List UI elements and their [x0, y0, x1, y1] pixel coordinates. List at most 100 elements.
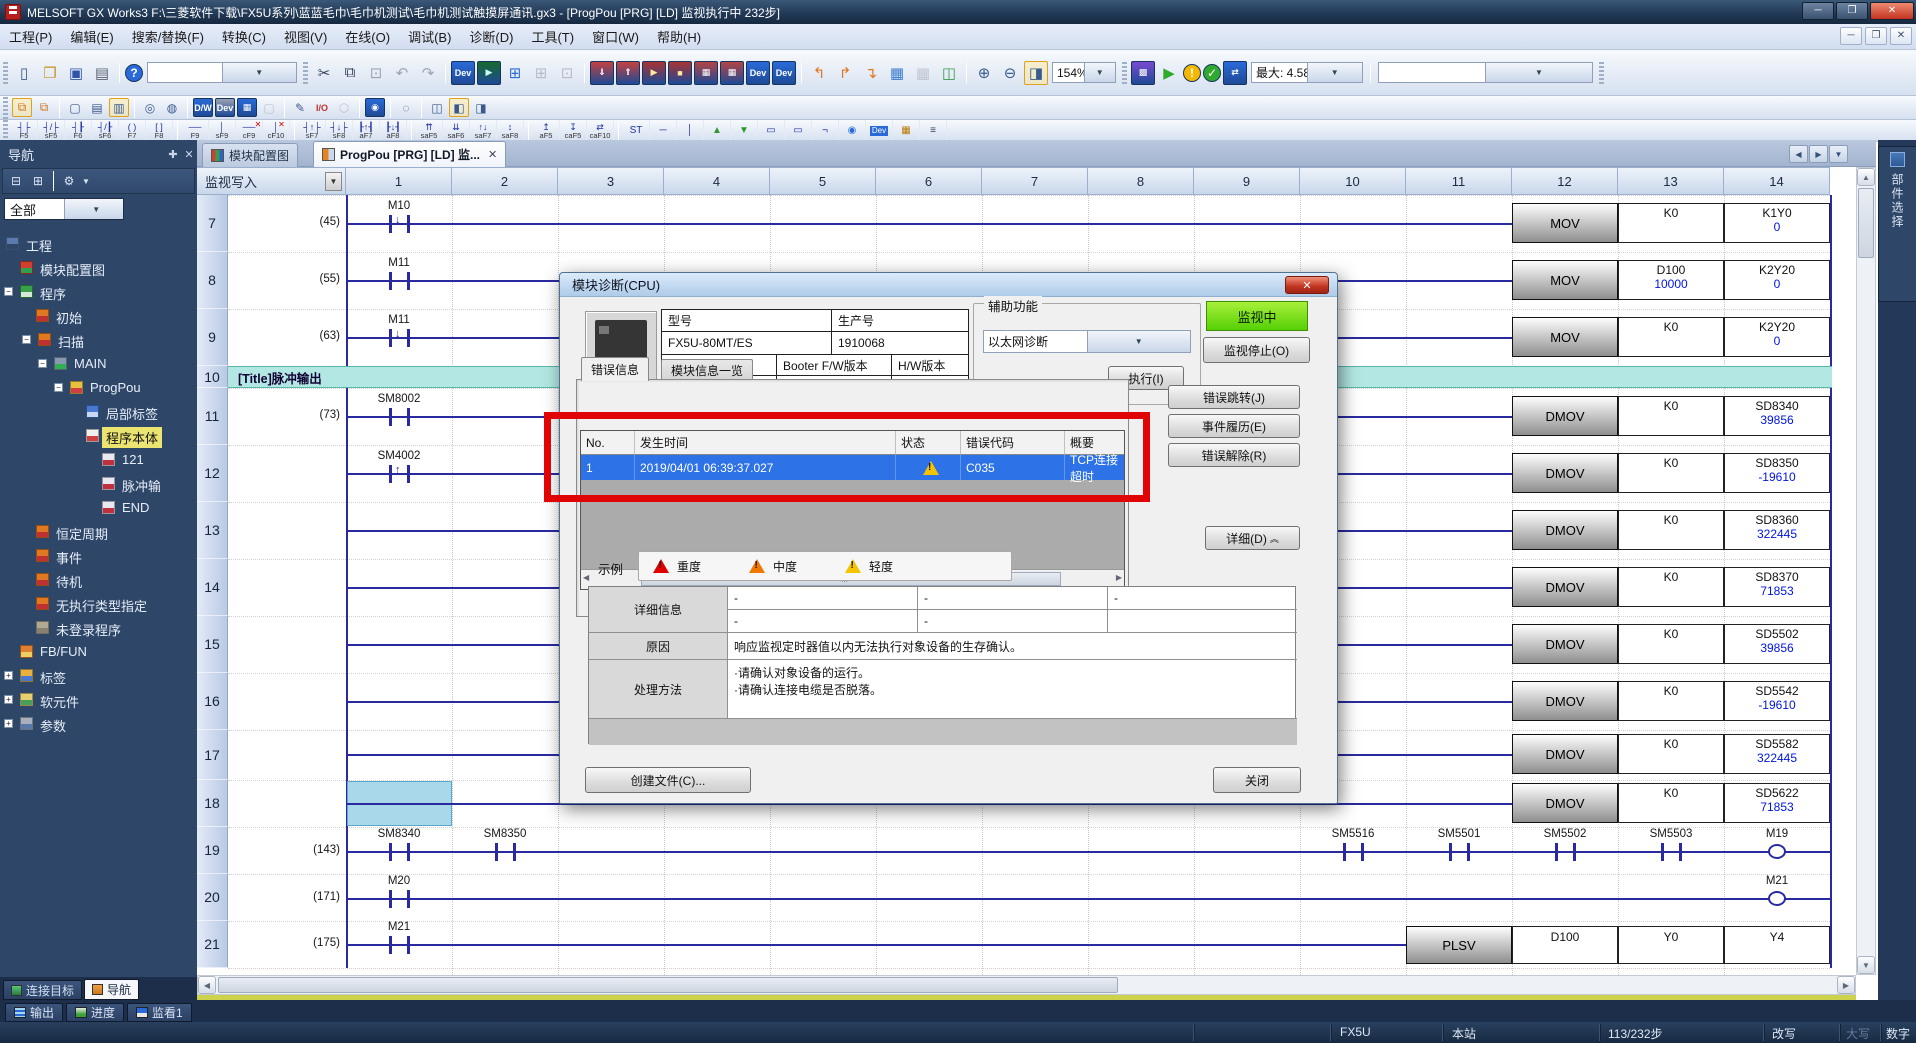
monitor-start-icon[interactable]: ▶	[642, 61, 666, 85]
tab-error-info[interactable]: 错误信息	[581, 357, 649, 381]
device-write-window-icon[interactable]: D/W	[193, 98, 213, 117]
pin-icon[interactable]: ✚	[165, 148, 181, 161]
list-view-icon[interactable]: ≡	[920, 120, 947, 141]
instruction-DMOV[interactable]: DMOV	[1512, 681, 1618, 721]
operand-cell[interactable]: K0	[1618, 317, 1724, 357]
operand-cell[interactable]: K0	[1618, 203, 1724, 243]
tree-item-工程[interactable]: 工程	[0, 234, 197, 254]
scan-time-select[interactable]: 最大: 4.585ms▼	[1251, 62, 1363, 83]
cross-reference-icon[interactable]: ◫	[937, 61, 961, 85]
event-history-button[interactable]: 事件履历(E)	[1168, 414, 1300, 438]
contact-label[interactable]: SM4002	[351, 450, 447, 462]
connection-window-icon[interactable]: ⧉	[34, 98, 54, 117]
tree-item-MAIN[interactable]: −MAIN	[0, 354, 197, 374]
menu-搜索/替换[interactable]: 搜索/替换(F)	[123, 24, 213, 49]
h-scroll-thumb[interactable]	[218, 977, 1118, 993]
collapse-box-icon[interactable]: −	[4, 287, 13, 296]
tab-module-info-list[interactable]: 模块信息一览	[661, 359, 753, 381]
pulse-close-branch2-icon[interactable]: ↕saF8	[497, 120, 524, 141]
io-check-icon[interactable]: I/O	[312, 98, 332, 117]
collapse-box-icon[interactable]: −	[54, 383, 63, 392]
contact-label[interactable]: SM5501	[1411, 828, 1507, 840]
expand-box-icon[interactable]: +	[4, 695, 13, 704]
zoom-level-select[interactable]: 154%▼	[1052, 62, 1116, 83]
zoom-out-icon[interactable]: ⊖	[998, 61, 1022, 85]
warning-state-icon[interactable]: !	[1183, 64, 1201, 82]
undo-icon[interactable]: ↶	[390, 61, 414, 85]
fit-width-icon[interactable]: ◨	[1024, 61, 1048, 85]
tree-item-模块配置图[interactable]: 模块配置图	[0, 258, 197, 278]
operand-cell[interactable]: SD5582322445	[1724, 734, 1830, 774]
element-selection-icon[interactable]: ▢	[65, 98, 85, 117]
watch-window-select[interactable]: ▼	[1378, 62, 1593, 83]
tab-watch1[interactable]: 监看1	[127, 1003, 192, 1022]
horizontal-line-icon[interactable]: ──F9	[182, 120, 209, 141]
open-contact-icon[interactable]: ┤├F5	[11, 120, 38, 141]
device-label-icon[interactable]: Dev	[866, 120, 893, 141]
line-edit-icon[interactable]: ─	[650, 120, 677, 141]
read-from-plc-icon[interactable]: ⇑	[616, 61, 640, 85]
tree-item-参数[interactable]: +参数	[0, 714, 197, 734]
tree-filter-select[interactable]: 全部 ▼	[4, 198, 124, 220]
menu-视图[interactable]: 视图(V)	[275, 24, 336, 49]
operand-cell[interactable]: SD8360322445	[1724, 510, 1830, 550]
expand-box-icon[interactable]: +	[4, 671, 13, 680]
operand-cell[interactable]: SD834039856	[1724, 396, 1830, 436]
tree-item-ProgPou[interactable]: −ProgPou	[0, 378, 197, 398]
scroll-down-icon[interactable]: ▼	[1857, 956, 1875, 974]
convert-pulse-icon[interactable]: ↧caF5	[560, 120, 587, 141]
device-batch-icon[interactable]: ⊞	[503, 61, 527, 85]
window-gray-icon[interactable]: ▢	[259, 98, 279, 117]
ladder-vertical-scrollbar[interactable]: ▲ ▼	[1856, 167, 1876, 975]
operand-cell[interactable]: K0	[1618, 453, 1724, 493]
invert-result-icon[interactable]: ↥aF5	[533, 120, 560, 141]
contact-label[interactable]: M20	[351, 875, 447, 887]
operand-cell[interactable]: K0	[1618, 681, 1724, 721]
save-icon[interactable]: ▣	[64, 61, 88, 85]
contact-label[interactable]: M10	[351, 200, 447, 212]
collapse-box-icon[interactable]: −	[38, 359, 47, 368]
closed-branch-icon[interactable]: ┤/┠sF6	[92, 120, 119, 141]
monitor-stop-icon[interactable]: ■	[668, 61, 692, 85]
register-watch-icon[interactable]: ▦	[893, 120, 920, 141]
jump-prev-icon[interactable]: ↰	[807, 61, 831, 85]
operand-cell[interactable]: K0	[1618, 734, 1724, 774]
device-monitor-red-icon[interactable]: Dev	[746, 61, 770, 85]
instruction-PLSV[interactable]: PLSV	[1406, 926, 1512, 964]
menu-调试[interactable]: 调试(B)	[399, 24, 460, 49]
expand-tree-icon[interactable]: ⊞	[28, 171, 48, 191]
insert-col-icon[interactable]: ▭	[758, 120, 785, 141]
scroll-up-icon[interactable]: ▲	[1857, 168, 1875, 186]
menu-诊断[interactable]: 诊断(D)	[460, 24, 522, 49]
tree-item-事件[interactable]: 事件	[0, 546, 197, 566]
vline-edit-icon[interactable]: │	[677, 120, 704, 141]
instruction-DMOV[interactable]: DMOV	[1512, 396, 1618, 436]
operand-cell[interactable]: K2Y200	[1724, 317, 1830, 357]
instruction-MOV[interactable]: MOV	[1512, 260, 1618, 300]
falling-pulse-close-icon[interactable]: ⇊saF6	[443, 120, 470, 141]
settings-gear-icon[interactable]: ⚙	[59, 171, 79, 191]
instruction-DMOV[interactable]: DMOV	[1512, 510, 1618, 550]
menu-窗口[interactable]: 窗口(W)	[583, 24, 648, 49]
window-cascade-icon[interactable]: ◫	[427, 98, 447, 117]
element-selection-tab[interactable]: 部件选择	[1878, 146, 1916, 302]
contact-label[interactable]: SM8350	[457, 828, 553, 840]
tree-item-扫描[interactable]: −扫描	[0, 330, 197, 350]
tab-progpou[interactable]: ProgPou [PRG] [LD] 监... ✕	[313, 141, 506, 167]
contact-label[interactable]: M11	[351, 257, 447, 269]
zoom-in-icon[interactable]: ⊕	[972, 61, 996, 85]
detail-toggle-button[interactable]: 详细(D)︽	[1205, 526, 1300, 550]
coil-icon[interactable]: ( )F7	[119, 120, 146, 141]
falling-pulse-icon[interactable]: ┤↓├sF8	[326, 120, 353, 141]
instruction-DMOV[interactable]: DMOV	[1512, 624, 1618, 664]
device-off-icon[interactable]: ⊡	[555, 61, 579, 85]
instruction-DMOV[interactable]: DMOV	[1512, 734, 1618, 774]
edit-comment-icon[interactable]: ✎	[290, 98, 310, 117]
application-instruction-icon[interactable]: [ ]F8	[146, 120, 173, 141]
tool-gray-icon[interactable]: ⬡	[334, 98, 354, 117]
operand-cell[interactable]: SD8350-19610	[1724, 453, 1830, 493]
scroll-left-icon[interactable]: ◀	[198, 976, 216, 994]
closed-contact-icon[interactable]: ┤/├sF5	[38, 120, 65, 141]
simulation-start-icon[interactable]: ▦	[694, 61, 718, 85]
tree-item-程序[interactable]: −程序	[0, 282, 197, 302]
